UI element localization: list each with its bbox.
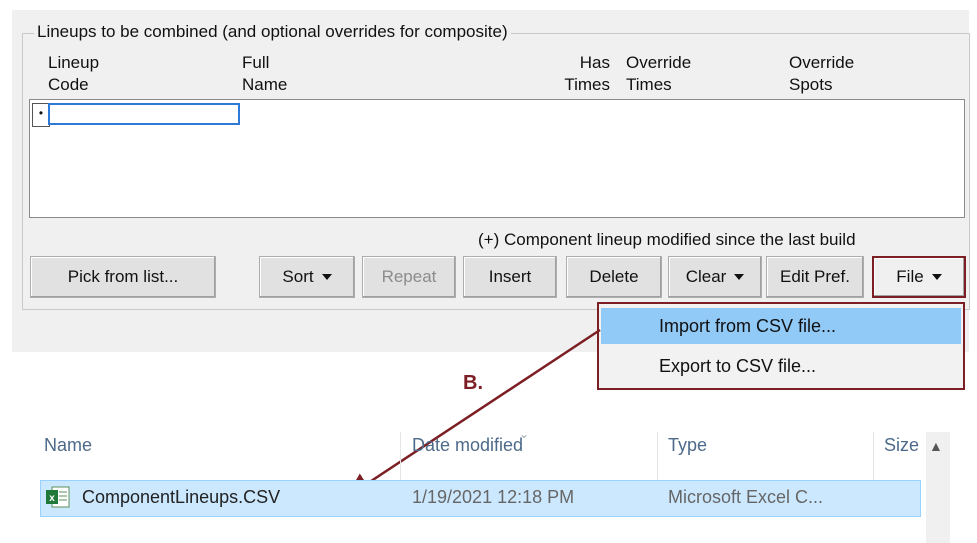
scroll-up-icon[interactable]: ▲	[929, 438, 943, 454]
explorer-col-size[interactable]: Size	[884, 435, 919, 456]
explorer-col-type[interactable]: Type	[668, 435, 707, 456]
file-type: Microsoft Excel C...	[668, 487, 824, 507]
explorer-col-date[interactable]: Date modified	[412, 435, 523, 456]
explorer-col-name[interactable]: Name	[44, 435, 92, 456]
excel-csv-file-icon: x	[46, 486, 70, 508]
column-divider[interactable]	[657, 432, 658, 480]
column-divider[interactable]	[400, 432, 401, 480]
file-name: ComponentLineups.CSV	[82, 487, 281, 507]
column-divider[interactable]	[873, 432, 874, 480]
file-date: 1/19/2021 12:18 PM	[412, 487, 575, 507]
svg-text:x: x	[49, 493, 55, 504]
annotation-arrow	[345, 328, 601, 498]
annotation-label: B.	[463, 372, 483, 394]
